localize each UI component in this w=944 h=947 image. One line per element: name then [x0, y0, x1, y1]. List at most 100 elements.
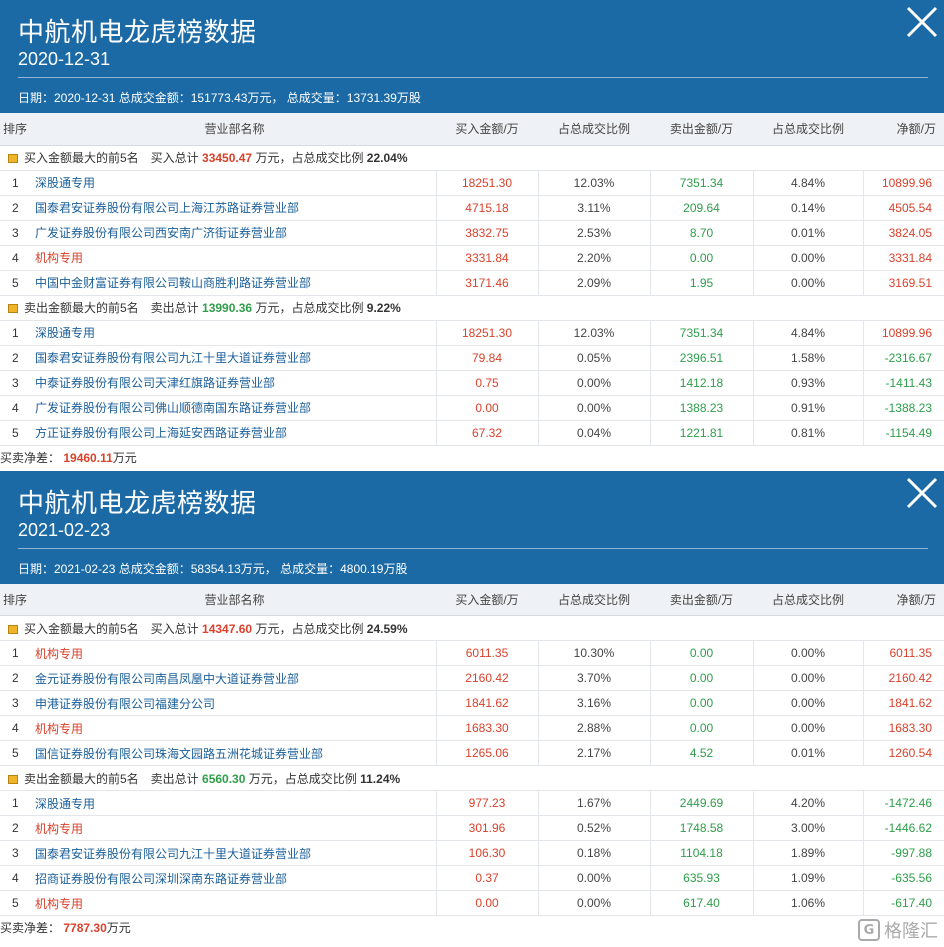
- table-row: 3 中泰证券股份有限公司天津红旗路证券营业部 0.75 0.00% 1412.18 0.9…: [0, 370, 944, 396]
- column-header[interactable]: 买入金额/万: [436, 583, 538, 616]
- buy-pct-cell: 2.88%: [538, 715, 651, 741]
- net-amount-cell: -1411.43: [863, 370, 944, 396]
- table-row: 3 广发证券股份有限公司西安南广济街证券营业部 3832.75 2.53% 8.70 0.…: [0, 220, 944, 246]
- sell-section-header: 卖出金额最大的前5名 卖出总计 6560.30 万元，占总成交比例 11.24%: [0, 765, 944, 791]
- column-header[interactable]: 营业部名称: [33, 113, 436, 146]
- broker-name-link[interactable]: 机构专用: [33, 715, 437, 741]
- broker-name-link[interactable]: 机构专用: [33, 815, 437, 841]
- sell-pct-cell: 0.01%: [753, 220, 864, 246]
- rank-cell: 3: [0, 220, 33, 246]
- rank-cell: 4: [0, 865, 33, 891]
- sell-amount-cell: 0.00: [650, 690, 754, 716]
- table-row: 3 国泰君安证券股份有限公司九江十里大道证券营业部 106.30 0.18% 1104.…: [0, 840, 944, 866]
- sell-amount-cell: 0.00: [650, 245, 754, 271]
- broker-name-link[interactable]: 广发证券股份有限公司西安南广济街证券营业部: [33, 220, 437, 246]
- broker-name-link[interactable]: 广发证券股份有限公司佛山顺德南国东路证券营业部: [33, 395, 437, 421]
- broker-name-link[interactable]: 招商证券股份有限公司深圳深南东路证券营业部: [33, 865, 437, 891]
- net-amount-cell: 1260.54: [863, 740, 944, 766]
- page-root: 中航机电龙虎榜数据 2020-12-31 日期：2020-12-31 总成交金额：1…: [0, 0, 944, 941]
- column-header[interactable]: 净额/万: [863, 113, 944, 146]
- buy-pct-cell: 2.09%: [538, 270, 651, 296]
- net-diff-footer: 买卖净差： 19460.11万元: [0, 446, 944, 471]
- broker-name-link[interactable]: 深股通专用: [33, 170, 437, 196]
- rank-cell: 1: [0, 790, 33, 816]
- close-icon[interactable]: [902, 473, 942, 513]
- column-header[interactable]: 占总成交比例: [753, 113, 863, 146]
- sell-pct-cell: 0.00%: [753, 715, 864, 741]
- broker-name-link[interactable]: 深股通专用: [33, 320, 437, 346]
- buy-pct-cell: 2.53%: [538, 220, 651, 246]
- section-pct: 9.22%: [366, 301, 401, 315]
- column-header[interactable]: 营业部名称: [33, 583, 436, 616]
- rank-cell: 1: [0, 640, 33, 666]
- buy-amount-cell: 79.84: [436, 345, 539, 371]
- section-total: 13990.36: [202, 301, 253, 315]
- buy-amount-cell: 106.30: [436, 840, 539, 866]
- buy-pct-cell: 3.11%: [538, 195, 651, 221]
- section-mid-label: 万元，占总成交比例: [255, 301, 364, 315]
- broker-name-link[interactable]: 国泰君安证券股份有限公司上海江苏路证券营业部: [33, 195, 437, 221]
- broker-name-link[interactable]: 国信证券股份有限公司珠海文园路五洲花城证券营业部: [33, 740, 437, 766]
- sell-amount-cell: 1748.58: [650, 815, 754, 841]
- rank-cell: 3: [0, 690, 33, 716]
- rank-cell: 3: [0, 370, 33, 396]
- rank-cell: 5: [0, 270, 33, 296]
- buy-pct-cell: 0.04%: [538, 420, 651, 446]
- column-header[interactable]: 卖出金额/万: [650, 583, 753, 616]
- broker-name-link[interactable]: 中泰证券股份有限公司天津红旗路证券营业部: [33, 370, 437, 396]
- net-amount-cell: -1154.49: [863, 420, 944, 446]
- buy-amount-cell: 18251.30: [436, 170, 539, 196]
- sell-pct-cell: 0.00%: [753, 640, 864, 666]
- sell-pct-cell: 0.14%: [753, 195, 864, 221]
- broker-name-link[interactable]: 中国中金财富证券有限公司鞍山商胜利路证券营业部: [33, 270, 437, 296]
- net-amount-cell: 3169.51: [863, 270, 944, 296]
- buy-amount-cell: 301.96: [436, 815, 539, 841]
- buy-amount-cell: 0.00: [436, 890, 539, 916]
- column-header[interactable]: 占总成交比例: [538, 113, 650, 146]
- broker-name-link[interactable]: 申港证券股份有限公司福建分公司: [33, 690, 437, 716]
- buy-amount-cell: 0.00: [436, 395, 539, 421]
- broker-name-link[interactable]: 国泰君安证券股份有限公司九江十里大道证券营业部: [33, 840, 437, 866]
- table-row: 5 方正证券股份有限公司上海延安西路证券营业部 67.32 0.04% 1221.81 0…: [0, 420, 944, 446]
- sell-pct-cell: 4.84%: [753, 170, 864, 196]
- close-icon[interactable]: [902, 2, 942, 42]
- broker-name-link[interactable]: 机构专用: [33, 245, 437, 271]
- buy-amount-cell: 18251.30: [436, 320, 539, 346]
- rank-cell: 2: [0, 345, 33, 371]
- folder-icon: [8, 624, 18, 634]
- column-header[interactable]: 占总成交比例: [753, 583, 863, 616]
- column-header[interactable]: 卖出金额/万: [650, 113, 753, 146]
- lhb-panel: 中航机电龙虎榜数据 2020-12-31 日期：2020-12-31 总成交金额：1…: [0, 0, 944, 471]
- sell-amount-cell: 8.70: [650, 220, 754, 246]
- sell-pct-cell: 0.00%: [753, 690, 864, 716]
- broker-name-link[interactable]: 金元证券股份有限公司南昌凤凰中大道证券营业部: [33, 665, 437, 691]
- sell-amount-cell: 7351.34: [650, 320, 754, 346]
- column-header[interactable]: 买入金额/万: [436, 113, 538, 146]
- rank-cell: 2: [0, 665, 33, 691]
- rank-cell: 5: [0, 740, 33, 766]
- broker-name-link[interactable]: 国泰君安证券股份有限公司九江十里大道证券营业部: [33, 345, 437, 371]
- broker-name-link[interactable]: 方正证券股份有限公司上海延安西路证券营业部: [33, 420, 437, 446]
- buy-pct-cell: 0.18%: [538, 840, 651, 866]
- rank-cell: 4: [0, 245, 33, 271]
- buy-amount-cell: 3331.84: [436, 245, 539, 271]
- buy-pct-cell: 3.16%: [538, 690, 651, 716]
- column-header[interactable]: 占总成交比例: [538, 583, 650, 616]
- sell-amount-cell: 209.64: [650, 195, 754, 221]
- section-pct: 22.04%: [366, 151, 408, 165]
- sell-amount-cell: 2449.69: [650, 790, 754, 816]
- section-label: 买入金额最大的前5名 买入总计: [24, 151, 199, 165]
- rank-cell: 2: [0, 815, 33, 841]
- broker-name-link[interactable]: 机构专用: [33, 640, 437, 666]
- net-amount-cell: -1446.62: [863, 815, 944, 841]
- rank-cell: 4: [0, 715, 33, 741]
- column-header[interactable]: 净额/万: [863, 583, 944, 616]
- broker-name-link[interactable]: 机构专用: [33, 890, 437, 916]
- net-diff-label: 买卖净差：: [0, 921, 61, 935]
- broker-name-link[interactable]: 深股通专用: [33, 790, 437, 816]
- column-header[interactable]: 排序: [0, 113, 33, 146]
- sell-amount-cell: 635.93: [650, 865, 754, 891]
- watermark-text: 格隆汇: [884, 921, 938, 942]
- column-header[interactable]: 排序: [0, 583, 33, 616]
- buy-section-header: 买入金额最大的前5名 买入总计 14347.60 万元，占总成交比例 24.59…: [0, 615, 944, 641]
